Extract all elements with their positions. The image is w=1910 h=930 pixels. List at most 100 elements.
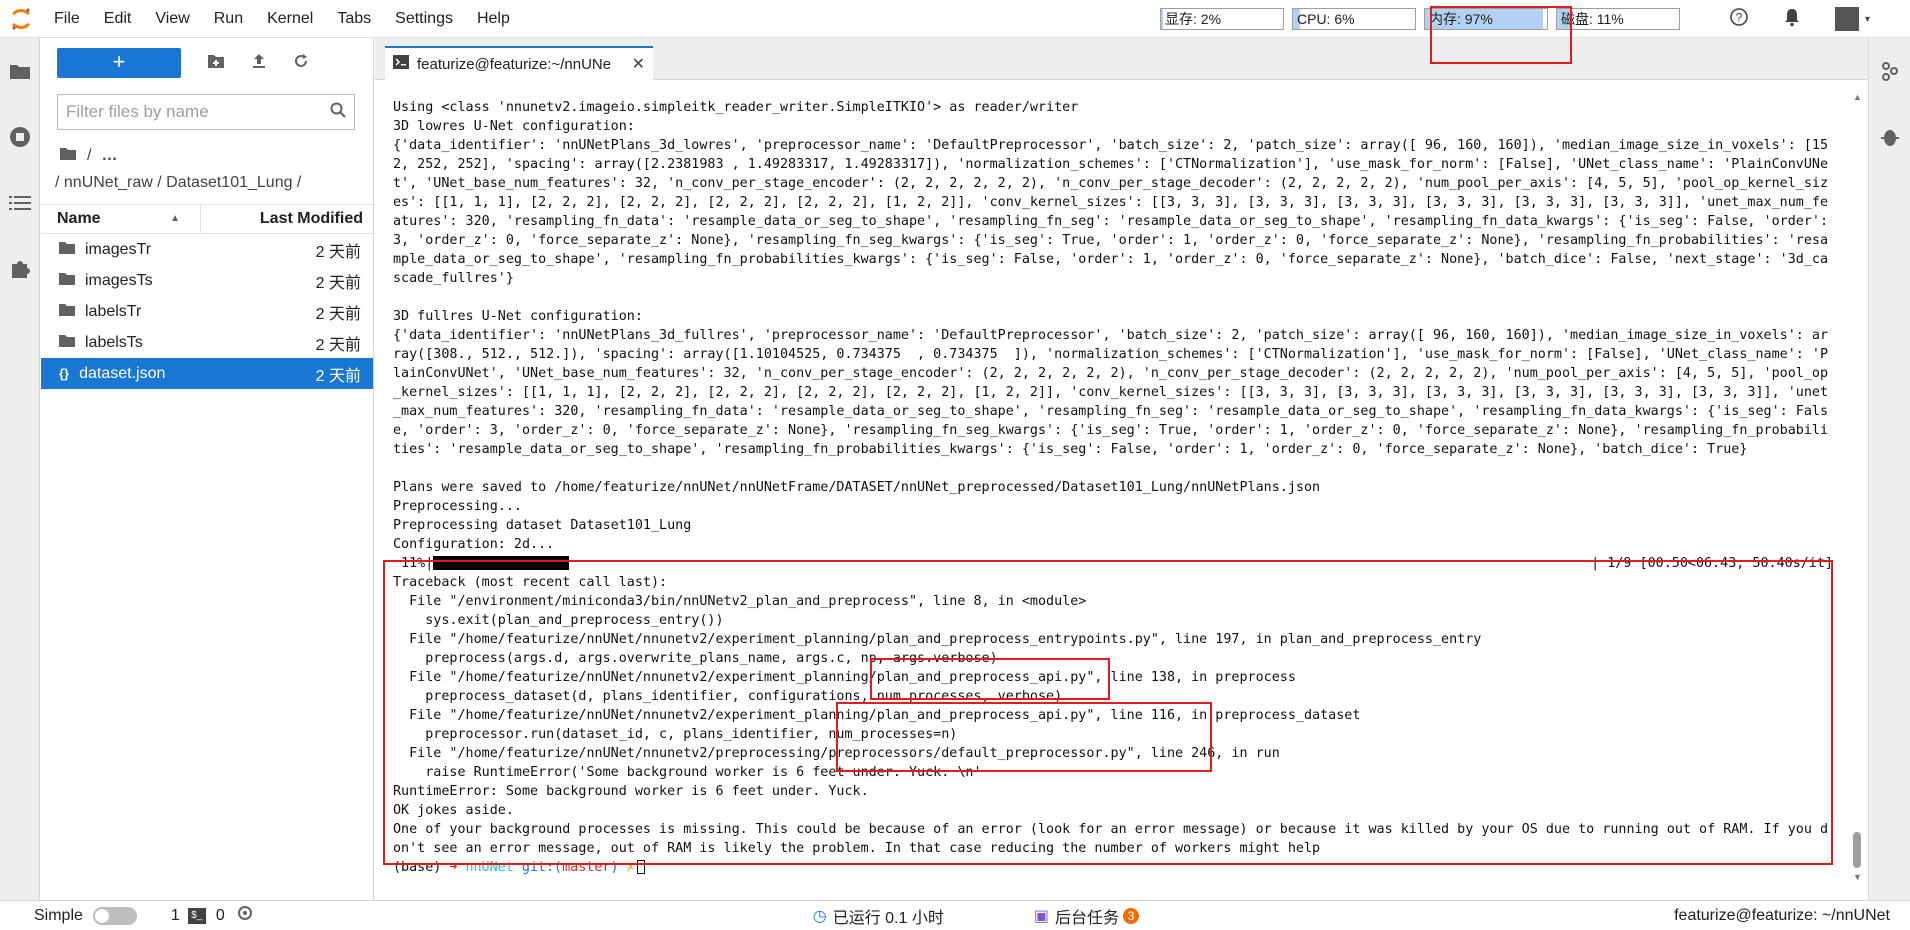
terminal-line: 11%| | 1/9 [00:50<06:43, 50.40s/it]: [393, 554, 1833, 573]
terminal-line: OK jokes aside.: [393, 803, 514, 818]
menu-edit[interactable]: Edit: [92, 0, 144, 38]
gpu-memory-stat: 显存: 2%: [1160, 8, 1284, 30]
terminal-line: {'data_identifier': 'nnUNetPlans_3d_full…: [393, 328, 1829, 457]
terminal-cursor: [636, 860, 645, 874]
tab-title: featurize@featurize:~/nnUNe: [417, 55, 612, 73]
terminal-scrollbar[interactable]: ▲ ▼: [1852, 92, 1862, 882]
breadcrumb-more[interactable]: …: [101, 147, 117, 165]
terminal-line: {'data_identifier': 'nnUNetPlans_3d_lowr…: [393, 138, 1837, 286]
filter-placeholder: Filter files by name: [66, 102, 209, 121]
prompt-arrow: ➜: [449, 860, 458, 875]
refresh-icon[interactable]: [293, 53, 309, 74]
breadcrumb-root-link[interactable]: /: [87, 147, 91, 165]
running-time: 已运行 0.1 小时: [832, 909, 944, 927]
file-browser: + Filter files by name / … / nnUNet_raw …: [41, 38, 374, 900]
background-tasks-label[interactable]: 后台任务: [1055, 904, 1119, 928]
terminal-line: RuntimeError: Some background worker is …: [393, 784, 869, 799]
terminal-line: Traceback (most recent call last):: [393, 575, 668, 590]
file-name-cell: imagesTr: [59, 241, 316, 259]
file-list-header: Name ▲ Last Modified: [41, 204, 373, 234]
file-row[interactable]: imagesTr 2 天前: [41, 234, 373, 265]
new-folder-icon[interactable]: [207, 53, 225, 74]
file-name: imagesTs: [85, 271, 153, 289]
stat-label: 磁盘: 11%: [1561, 11, 1624, 27]
jupyter-logo[interactable]: [0, 0, 42, 38]
extension-icon[interactable]: [0, 236, 40, 302]
prompt-git-close: ): [610, 860, 619, 875]
toc-icon[interactable]: [0, 170, 40, 236]
file-name: dataset.json: [79, 364, 166, 382]
file-name-cell: labelsTr: [59, 303, 316, 321]
bell-icon[interactable]: [1783, 7, 1801, 32]
file-modified: 2 天前: [315, 305, 361, 323]
menu-file[interactable]: File: [42, 0, 92, 38]
filter-files-input[interactable]: Filter files by name: [57, 94, 355, 130]
file-name-cell: imagesTs: [59, 272, 316, 290]
close-icon[interactable]: ✕: [632, 54, 645, 74]
column-name[interactable]: Name ▲: [41, 204, 201, 234]
running-icon[interactable]: [0, 104, 40, 170]
menu-settings[interactable]: Settings: [383, 0, 465, 38]
file-row[interactable]: {} dataset.json 2 天前: [41, 358, 373, 389]
terminal-panel[interactable]: Using <class 'nnunetv2.imageio.simpleitk…: [375, 80, 1868, 900]
prompt-git: git:(: [521, 860, 563, 875]
main-tab-bar: featurize@featurize:~/nnUNe ✕: [375, 38, 1868, 80]
folder-icon: [59, 272, 75, 290]
simple-mode-toggle[interactable]: [92, 906, 137, 925]
svg-text:?: ?: [1736, 10, 1743, 24]
terminal-line: Plans were saved to /home/featurize/nnUN…: [393, 480, 1321, 495]
terminal-line: File "/home/featurize/nnUNet/nnunetv2/pr…: [393, 746, 1280, 761]
disk-stat: 磁盘: 11%: [1556, 8, 1680, 30]
breadcrumb-path[interactable]: / nnUNet_raw / Dataset101_Lung /: [55, 174, 373, 192]
stat-label: 内存: 97%: [1429, 11, 1493, 27]
folder-icon[interactable]: [0, 38, 40, 104]
progress-percent: 11%|: [393, 556, 434, 571]
json-file-icon: {}: [59, 366, 70, 381]
tab-terminal[interactable]: featurize@featurize:~/nnUNe ✕: [385, 46, 653, 80]
file-modified: 2 天前: [315, 243, 361, 261]
status-bar: Simple 1 $_ 0 ◷ 已运行 0.1 小时 ▣ 后台任务 3 feat…: [0, 900, 1910, 930]
file-browser-toolbar: +: [41, 38, 373, 88]
resource-monitor: 显存: 2% CPU: 6% 内存: 97% 磁盘: 11%: [1160, 8, 1680, 30]
folder-icon[interactable]: [59, 146, 77, 166]
memory-stat: 内存: 97%: [1424, 8, 1548, 30]
terminal-output: Using <class 'nnunetv2.imageio.simpleitk…: [393, 98, 1833, 877]
menu-run[interactable]: Run: [202, 0, 255, 38]
terminal-icon: [393, 55, 409, 73]
terminal-prompt[interactable]: (base) ➜ nnUNet git:(master) ✗: [393, 858, 1833, 877]
terminal-line: preprocess_dataset(d, plans_identifier, …: [393, 689, 1063, 704]
search-icon: [330, 102, 346, 123]
menu-view[interactable]: View: [143, 0, 201, 38]
upload-icon[interactable]: [251, 53, 267, 74]
menu-kernel[interactable]: Kernel: [255, 0, 325, 38]
property-inspector-icon[interactable]: [1869, 38, 1910, 104]
file-name-cell: labelsTs: [59, 334, 316, 352]
kernel-status-icon[interactable]: [237, 905, 253, 926]
file-modified: 2 天前: [315, 367, 361, 385]
sort-up-icon: ▲: [170, 213, 180, 224]
file-modified: 2 天前: [315, 336, 361, 354]
terminal-line: Using <class 'nnunetv2.imageio.simpleitk…: [393, 100, 1079, 115]
background-tasks-badge: 3: [1122, 907, 1139, 924]
file-row[interactable]: labelsTr 2 天前: [41, 296, 373, 327]
kernel-count: 1: [170, 906, 180, 924]
prompt-env: (base): [393, 860, 442, 875]
top-icons: ? ▾: [1729, 0, 1870, 38]
prompt-dirty-mark: ✗: [626, 860, 635, 875]
column-last-modified[interactable]: Last Modified: [201, 210, 373, 228]
stat-label: 显存: 2%: [1165, 11, 1222, 27]
usage-fill: [1161, 9, 1164, 29]
menu-help[interactable]: Help: [465, 0, 522, 38]
file-name: imagesTr: [85, 240, 152, 258]
new-launcher-button[interactable]: +: [57, 48, 181, 78]
debugger-icon[interactable]: [1869, 104, 1910, 170]
user-avatar[interactable]: ▾: [1834, 7, 1870, 31]
help-icon[interactable]: ?: [1729, 7, 1749, 32]
file-name-cell: {} dataset.json: [59, 365, 316, 383]
clock-icon: ◷: [812, 907, 827, 925]
file-row[interactable]: labelsTs 2 天前: [41, 327, 373, 358]
menu-tabs[interactable]: Tabs: [325, 0, 383, 38]
folder-icon: [59, 334, 75, 352]
file-row[interactable]: imagesTs 2 天前: [41, 265, 373, 296]
